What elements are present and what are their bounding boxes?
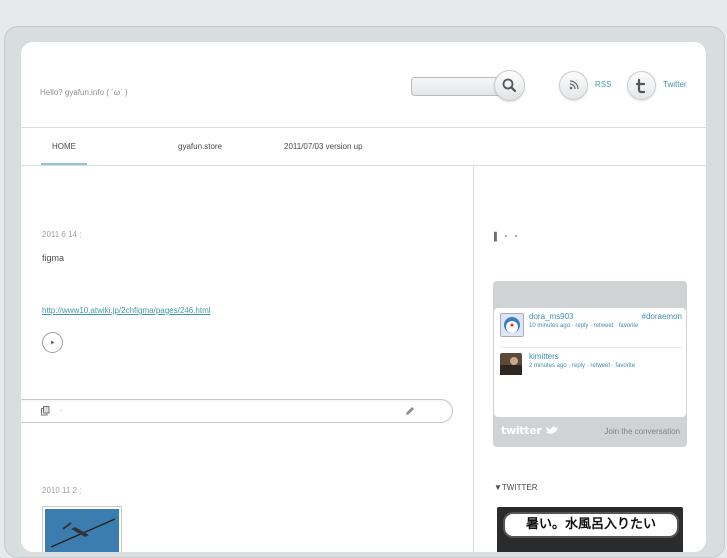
nav-home[interactable]: HOME xyxy=(52,142,76,151)
sidebar-heading: ▌ ・ ・ xyxy=(494,232,521,241)
avatar[interactable] xyxy=(500,313,524,337)
post-date-2: 2010 11 2 : xyxy=(42,486,82,495)
nav-gyafun-store[interactable]: gyafun.store xyxy=(178,142,222,151)
magnifier-icon xyxy=(502,78,517,93)
twitter-section-heading: ▼TWITTER xyxy=(494,483,538,492)
rss-button[interactable] xyxy=(559,71,588,100)
twitter-t-icon xyxy=(635,78,646,94)
tweet-hashtag[interactable]: #doraemon xyxy=(642,312,682,321)
copy-icon[interactable] xyxy=(41,406,50,416)
tweet-meta[interactable]: 10 minutes ago · reply · retweet · favor… xyxy=(529,323,638,329)
rss-link[interactable]: RSS xyxy=(595,80,611,89)
nav-divider xyxy=(21,165,706,166)
pencil-icon[interactable] xyxy=(405,406,415,416)
action-bar-text: . xyxy=(60,404,63,413)
rss-icon xyxy=(569,80,579,90)
column-divider xyxy=(473,166,474,552)
tweet-author[interactable]: dora_ms903 xyxy=(529,312,573,321)
join-conversation-link[interactable]: Join the conversation xyxy=(604,427,680,436)
post-title: figma xyxy=(42,253,65,263)
tweet-meta[interactable]: 2 minutes ago · reply · retweet · favori… xyxy=(529,363,635,369)
post-action-bar: . xyxy=(21,399,453,423)
tweet-item: dora_ms903 #doraemon 10 minutes ago · re… xyxy=(500,308,682,342)
thumbnail-image xyxy=(45,509,119,552)
tweet-author[interactable]: kimitters xyxy=(529,352,559,361)
greeting-text: Hello? gyafun.info ( ´ω` ) xyxy=(40,88,128,97)
tweet-list: dora_ms903 #doraemon 10 minutes ago · re… xyxy=(494,308,686,417)
twitter-widget: dora_ms903 #doraemon 10 minutes ago · re… xyxy=(493,281,687,447)
banner-text: 暑い。水風呂入りたい xyxy=(503,512,679,538)
twitter-logo[interactable]: twitter xyxy=(501,424,542,437)
twitter-link[interactable]: Twitter xyxy=(663,80,687,89)
header-divider xyxy=(21,127,706,128)
avatar[interactable] xyxy=(500,353,522,375)
twitter-button[interactable] xyxy=(627,71,656,100)
avatar-photo-icon xyxy=(500,357,522,375)
main-card: Hello? gyafun.info ( ´ω` ) RSS Twitter H… xyxy=(21,42,706,552)
twitter-banner[interactable]: 暑い。水風呂入りたい xyxy=(497,507,683,552)
post-thumbnail[interactable] xyxy=(42,506,122,552)
nav-version-up[interactable]: 2011/07/03 version up xyxy=(284,142,363,151)
post-link[interactable]: http://www10.atwiki.jp/2chfigma/pages/24… xyxy=(42,306,211,315)
bird-icon xyxy=(546,426,558,434)
post-date: 2011 6 14 : xyxy=(42,230,82,239)
avatar-face-icon xyxy=(504,317,520,333)
tweet-item: kimitters 2 minutes ago · reply · retwee… xyxy=(500,347,682,382)
airplane-graphic xyxy=(50,518,116,548)
search-button[interactable] xyxy=(494,70,525,101)
play-button[interactable] xyxy=(42,332,63,353)
play-icon xyxy=(51,340,55,345)
